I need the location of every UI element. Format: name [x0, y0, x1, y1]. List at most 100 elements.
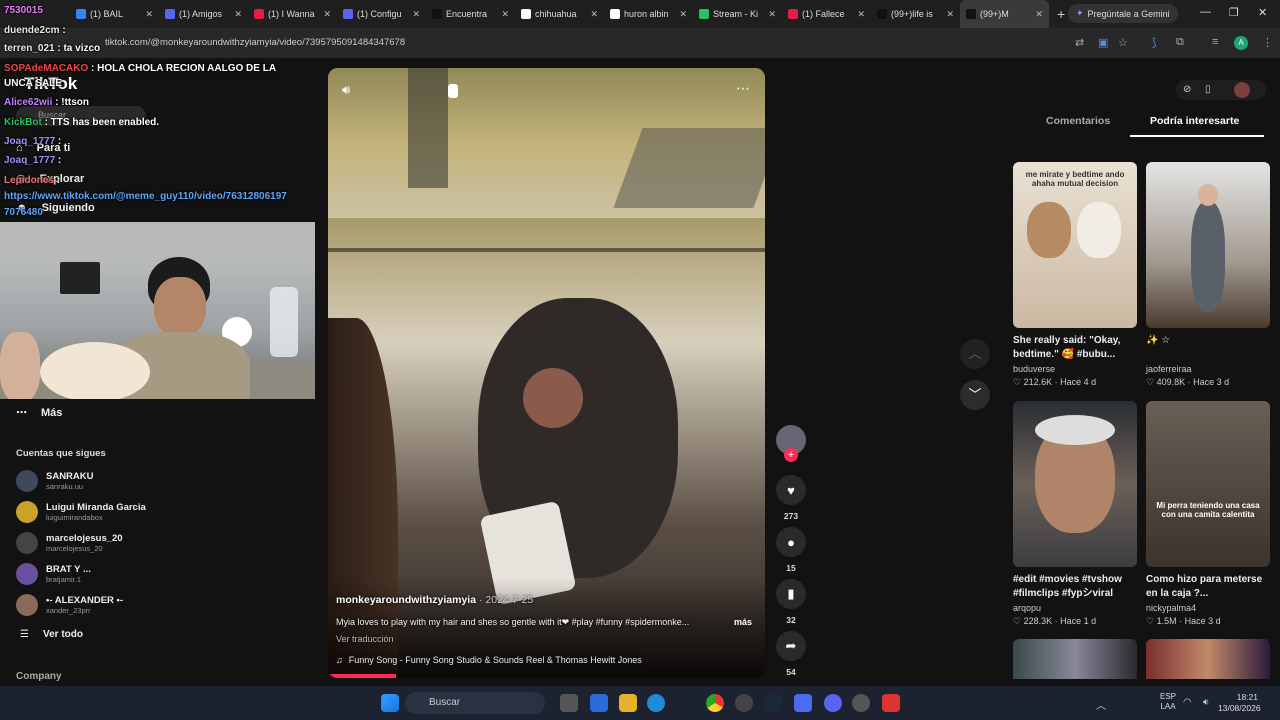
video-thumbnail[interactable] [1146, 162, 1270, 328]
tab-favicon-icon [877, 9, 887, 19]
folder-icon[interactable] [619, 694, 637, 712]
nav-more[interactable]: ⋯ Más [16, 406, 62, 420]
tab-comments[interactable]: Comentarios [1046, 115, 1110, 127]
recommended-video-card[interactable]: me mirate y bedtime ando ahaha mutual de… [1013, 162, 1137, 388]
phone-icon[interactable]: ▯ [1205, 84, 1211, 95]
link-icon[interactable]: ⟆ [1152, 36, 1156, 49]
close-tab-icon[interactable]: ✕ [323, 9, 331, 20]
chat-username: Joaq_1777 [4, 136, 56, 147]
profile-avatar[interactable]: A [1234, 36, 1248, 50]
maximize-icon[interactable]: ❐ [1229, 6, 1239, 19]
video-player[interactable]: 🔊︎ ⋯ monkeyaroundwithzyiamyia · 2024-7-2… [328, 68, 765, 678]
browser-tab[interactable]: huron albin ✕ [604, 0, 693, 28]
card-author[interactable]: jaoferreiraa [1146, 364, 1270, 374]
followed-account[interactable]: Luigui Miranda Garcia luiguimirandabox [16, 501, 146, 523]
edge-icon[interactable] [647, 694, 665, 712]
browser-tab[interactable]: (99+)life is ✕ [871, 0, 960, 28]
discord-icon[interactable] [824, 694, 842, 712]
extension-icon[interactable]: ▣ [1098, 36, 1108, 49]
previous-video-button[interactable]: ︿ [960, 339, 990, 369]
chat-message: Lepidones : [4, 175, 60, 187]
chat-username: duende2cm [4, 25, 60, 36]
volume-icon[interactable]: 🔊︎ [342, 82, 350, 98]
tab-label: Encuentra [446, 9, 488, 19]
followed-account[interactable]: •- ALEXANDER •- xander_23prr [16, 594, 123, 616]
recommended-video-card[interactable]: #edit #movies #tvshow #filmclips #fypシvi… [1013, 401, 1137, 627]
browser-tab[interactable]: Encuentra ✕ [426, 0, 515, 28]
language-indicator[interactable]: ESP LAA [1160, 692, 1176, 712]
browser-tab[interactable]: chihuahua ✕ [515, 0, 604, 28]
author-avatar-button[interactable]: + [776, 425, 806, 462]
app-icon[interactable] [735, 694, 753, 712]
start-icon[interactable] [381, 694, 399, 712]
company-link[interactable]: Company [16, 671, 62, 682]
user-avatar[interactable] [1234, 82, 1250, 98]
share-button[interactable]: ➦ 54 [776, 631, 806, 677]
recommended-video-card[interactable]: ✨ ☆ jaoferreiraa ♡ 409.8K · Hace 3 d [1146, 162, 1270, 388]
close-tab-icon[interactable]: ✕ [857, 9, 865, 20]
chat-username: Joaq_1777 [4, 155, 56, 166]
tray-chevron-icon[interactable]: ︿ [1096, 697, 1106, 712]
thumbnail-caption: me mirate y bedtime ando ahaha mutual de… [1025, 170, 1125, 188]
video-thumbnail[interactable]: me mirate y bedtime ando ahaha mutual de… [1013, 162, 1137, 328]
card-author[interactable]: buduverse [1013, 364, 1137, 374]
browser-tab[interactable]: (1) Configu ✕ [337, 0, 426, 28]
video-author[interactable]: monkeyaroundwithzyiamyia [336, 594, 476, 606]
close-tab-icon[interactable]: ✕ [679, 9, 687, 20]
card-thumb-partial[interactable] [1013, 639, 1137, 679]
puzzle-icon[interactable]: ⧉ [1176, 36, 1184, 49]
card-author[interactable]: arqopu [1013, 603, 1137, 613]
gemini-button[interactable]: ✦ Pregúntale a Gemini [1068, 4, 1178, 23]
clock[interactable]: 18:21 13/08/2026 [1218, 692, 1261, 714]
next-video-button[interactable]: ﹀ [960, 380, 990, 410]
app-icon[interactable] [882, 694, 900, 712]
close-tab-icon[interactable]: ✕ [501, 9, 509, 20]
see-all-link[interactable]: ☰ Ver todo [20, 629, 83, 640]
close-tab-icon[interactable]: ✕ [1035, 9, 1043, 20]
like-button[interactable]: ♥ 273 [776, 475, 806, 521]
steam-icon[interactable] [764, 694, 782, 712]
app-icon[interactable] [590, 694, 608, 712]
recommended-video-card[interactable]: Mi perra teniendo una casa con una camit… [1146, 401, 1270, 627]
followed-account[interactable]: SANRAKU sanraku.uu [16, 470, 94, 492]
app-icon[interactable] [794, 694, 812, 712]
video-thumbnail[interactable]: Mi perra teniendo una casa con una camit… [1146, 401, 1270, 567]
card-thumb-partial[interactable] [1146, 639, 1270, 679]
close-tab-icon[interactable]: ✕ [768, 9, 776, 20]
video-progress-bar[interactable] [328, 674, 396, 678]
progress-handle[interactable] [448, 84, 458, 98]
menu-dots-icon[interactable]: ⋮ [1262, 36, 1273, 49]
volume-tray-icon[interactable]: 🔉︎ [1203, 697, 1209, 708]
browser-tab[interactable]: (1) Fallece ✕ [782, 0, 871, 28]
app-icon[interactable] [852, 694, 870, 712]
close-tab-icon[interactable]: ✕ [946, 9, 954, 20]
caption-more-link[interactable]: más [734, 617, 752, 627]
tab-might-interest[interactable]: Podría interesarte [1150, 115, 1239, 127]
tab-label: huron albin [624, 9, 669, 19]
comment-button[interactable]: ● 15 [776, 527, 806, 573]
media-icon[interactable]: ≡ [1212, 36, 1218, 48]
new-tab-button[interactable]: + [1057, 6, 1065, 22]
wifi-icon[interactable]: ◠ [1183, 697, 1192, 708]
more-options-icon[interactable]: ⋯ [736, 80, 750, 97]
save-button[interactable]: ▮ 32 [776, 579, 806, 625]
translate-icon[interactable]: ⇄ [1075, 36, 1084, 49]
music-link[interactable]: ♫ Funny Song - Funny Song Studio & Sounds… [336, 655, 642, 665]
chrome-icon[interactable] [706, 694, 724, 712]
close-tab-icon[interactable]: ✕ [412, 9, 420, 20]
card-author[interactable]: nickypalma4 [1146, 603, 1270, 613]
browser-tab[interactable]: (99+)M ✕ [960, 0, 1049, 28]
translate-link[interactable]: Ver traducción [336, 634, 394, 644]
bookmark-star-icon[interactable]: ☆ [1118, 36, 1128, 49]
close-tab-icon[interactable]: ✕ [590, 9, 598, 20]
minimize-icon[interactable]: — [1200, 6, 1211, 18]
followed-account[interactable]: marcelojesus_20 marcelojesus_20 [16, 532, 123, 554]
video-thumbnail[interactable] [1013, 401, 1137, 567]
taskbar-search[interactable]: Buscar [405, 692, 545, 714]
close-window-icon[interactable]: ✕ [1258, 6, 1267, 19]
task-view-icon[interactable] [560, 694, 578, 712]
follow-plus-icon[interactable]: + [784, 448, 798, 462]
followed-account[interactable]: BRAT Y ... bratjamir.1 [16, 563, 91, 585]
browser-tab[interactable]: Stream - Ki ✕ [693, 0, 782, 28]
compass-small-icon[interactable]: ⊘ [1183, 84, 1191, 95]
